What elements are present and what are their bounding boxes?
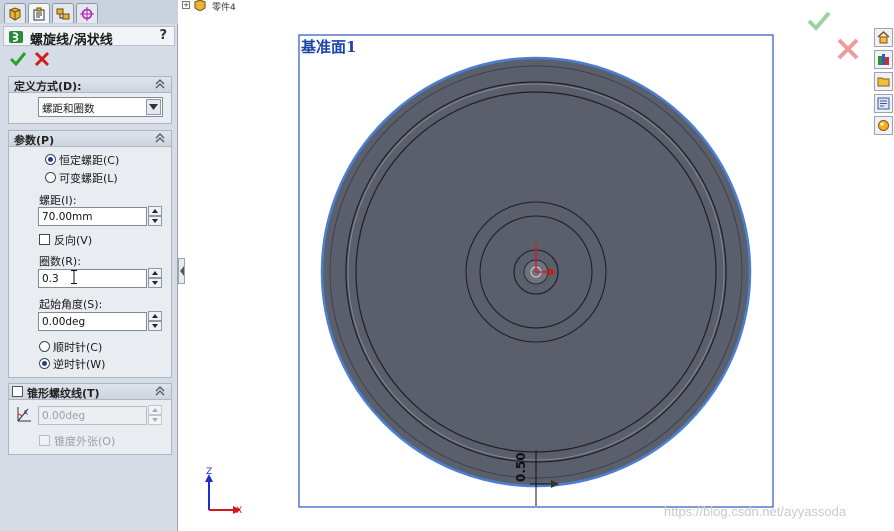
- clockwise-radio[interactable]: [39, 341, 50, 352]
- dimxpert-tab[interactable]: [76, 3, 98, 23]
- dimension-value[interactable]: 0.50: [514, 452, 528, 482]
- taper-angle-spinner: [148, 405, 162, 425]
- revolutions-input[interactable]: 0.3: [38, 269, 147, 288]
- constant-pitch-radio[interactable]: [45, 154, 56, 165]
- feature-title-bar: 螺旋线/涡状线 ?: [3, 26, 175, 48]
- taper-group: 锥形螺纹线(T) A 0.00deg 锥度外张(O): [8, 383, 172, 455]
- collapse-chevron-icon[interactable]: [153, 131, 167, 145]
- spin-down-icon[interactable]: [148, 321, 162, 331]
- feature-title: 螺旋线/涡状线: [30, 33, 113, 48]
- definition-group: 定义方式(D): 螺距和圈数: [8, 76, 172, 124]
- watermark-text: https://blog.csdn.net/ayyassoda: [664, 504, 847, 519]
- confirm-check-icon[interactable]: [807, 10, 831, 32]
- confirm-cancel-icon[interactable]: [836, 38, 860, 60]
- view-palette-icon[interactable]: [874, 94, 893, 113]
- spin-up-icon[interactable]: [148, 206, 162, 216]
- property-sheet-icon: [33, 7, 45, 20]
- collapse-chevron-icon[interactable]: [153, 77, 167, 91]
- configuration-icon: [56, 8, 70, 19]
- help-button[interactable]: ?: [159, 28, 167, 43]
- pitch-label: 螺距(I):: [39, 194, 77, 207]
- counterclockwise-label: 逆时针(W): [53, 358, 106, 371]
- revolutions-label: 圈数(R):: [39, 255, 81, 268]
- definition-group-header: 定义方式(D):: [9, 77, 171, 93]
- axis-x-label: X: [236, 506, 242, 516]
- plane-label[interactable]: 基准面1: [301, 36, 356, 57]
- home-icon[interactable]: [874, 28, 893, 47]
- spin-up-icon[interactable]: [148, 405, 162, 415]
- manager-tabs: [0, 0, 178, 24]
- taper-angle-input[interactable]: 0.00deg: [38, 406, 147, 425]
- feature-tree-icon: [9, 6, 21, 21]
- panel-splitter[interactable]: [178, 258, 185, 284]
- dropdown-arrow-icon: [146, 99, 161, 115]
- property-manager-tab[interactable]: [28, 3, 50, 23]
- taper-angle-icon: A: [17, 407, 31, 422]
- axis-z-label: Z: [206, 467, 212, 477]
- spin-down-icon[interactable]: [148, 415, 162, 425]
- taper-group-header: 锥形螺纹线(T): [9, 384, 171, 400]
- design-library-icon[interactable]: [874, 50, 893, 69]
- svg-text:A: A: [23, 409, 28, 417]
- text-cursor-icon: [71, 270, 77, 284]
- parameters-group-title: 参数(P): [14, 134, 55, 147]
- parameters-group: 参数(P) 恒定螺距(C) 可变螺距(L) 螺距(I): 70.00mm 反向(…: [8, 130, 172, 378]
- taper-group-title: 锥形螺纹线(T): [27, 387, 100, 400]
- appearances-icon[interactable]: [874, 116, 893, 135]
- configuration-manager-tab[interactable]: [52, 3, 74, 23]
- spin-up-icon[interactable]: [148, 268, 162, 278]
- taper-outward-checkbox[interactable]: [39, 435, 50, 446]
- variable-pitch-radio[interactable]: [45, 172, 56, 183]
- pitch-input[interactable]: 70.00mm: [38, 207, 147, 226]
- property-manager: 螺旋线/涡状线 ? 定义方式(D): 螺距和圈数 参数(P) 恒定螺距(C) 可…: [0, 0, 178, 531]
- start-angle-spinner: [148, 311, 162, 331]
- collapse-chevron-icon[interactable]: [153, 384, 167, 398]
- start-angle-input[interactable]: 0.00deg: [38, 312, 147, 331]
- parameters-group-header: 参数(P): [9, 131, 171, 147]
- pitch-spinner: [148, 206, 162, 226]
- constant-pitch-label: 恒定螺距(C): [59, 154, 120, 167]
- start-angle-label: 起始角度(S):: [39, 298, 103, 311]
- task-pane: [872, 28, 894, 140]
- spin-down-icon[interactable]: [148, 278, 162, 288]
- definition-select[interactable]: 螺距和圈数: [38, 97, 163, 117]
- spin-up-icon[interactable]: [148, 311, 162, 321]
- definition-select-value: 螺距和圈数: [42, 103, 95, 115]
- revolutions-spinner: [148, 268, 162, 288]
- spin-down-icon[interactable]: [148, 216, 162, 226]
- definition-group-title: 定义方式(D):: [14, 80, 82, 93]
- cancel-x-icon[interactable]: [33, 50, 51, 68]
- reverse-checkbox[interactable]: [39, 234, 50, 245]
- variable-pitch-label: 可变螺距(L): [59, 172, 118, 185]
- collapse-arrow-icon: [179, 266, 184, 276]
- graphics-viewport[interactable]: Z X: [186, 0, 894, 531]
- reverse-label: 反向(V): [54, 234, 93, 247]
- feature-manager-tab[interactable]: [4, 3, 26, 23]
- helix-icon: [8, 30, 24, 47]
- ok-check-icon[interactable]: [9, 50, 27, 68]
- taper-outward-label: 锥度外张(O): [54, 435, 116, 448]
- crosshair-icon: [80, 6, 94, 21]
- taper-enable-checkbox[interactable]: [12, 386, 23, 397]
- clockwise-label: 顺时针(C): [53, 341, 103, 354]
- counterclockwise-radio[interactable]: [39, 358, 50, 369]
- file-explorer-icon[interactable]: [874, 72, 893, 91]
